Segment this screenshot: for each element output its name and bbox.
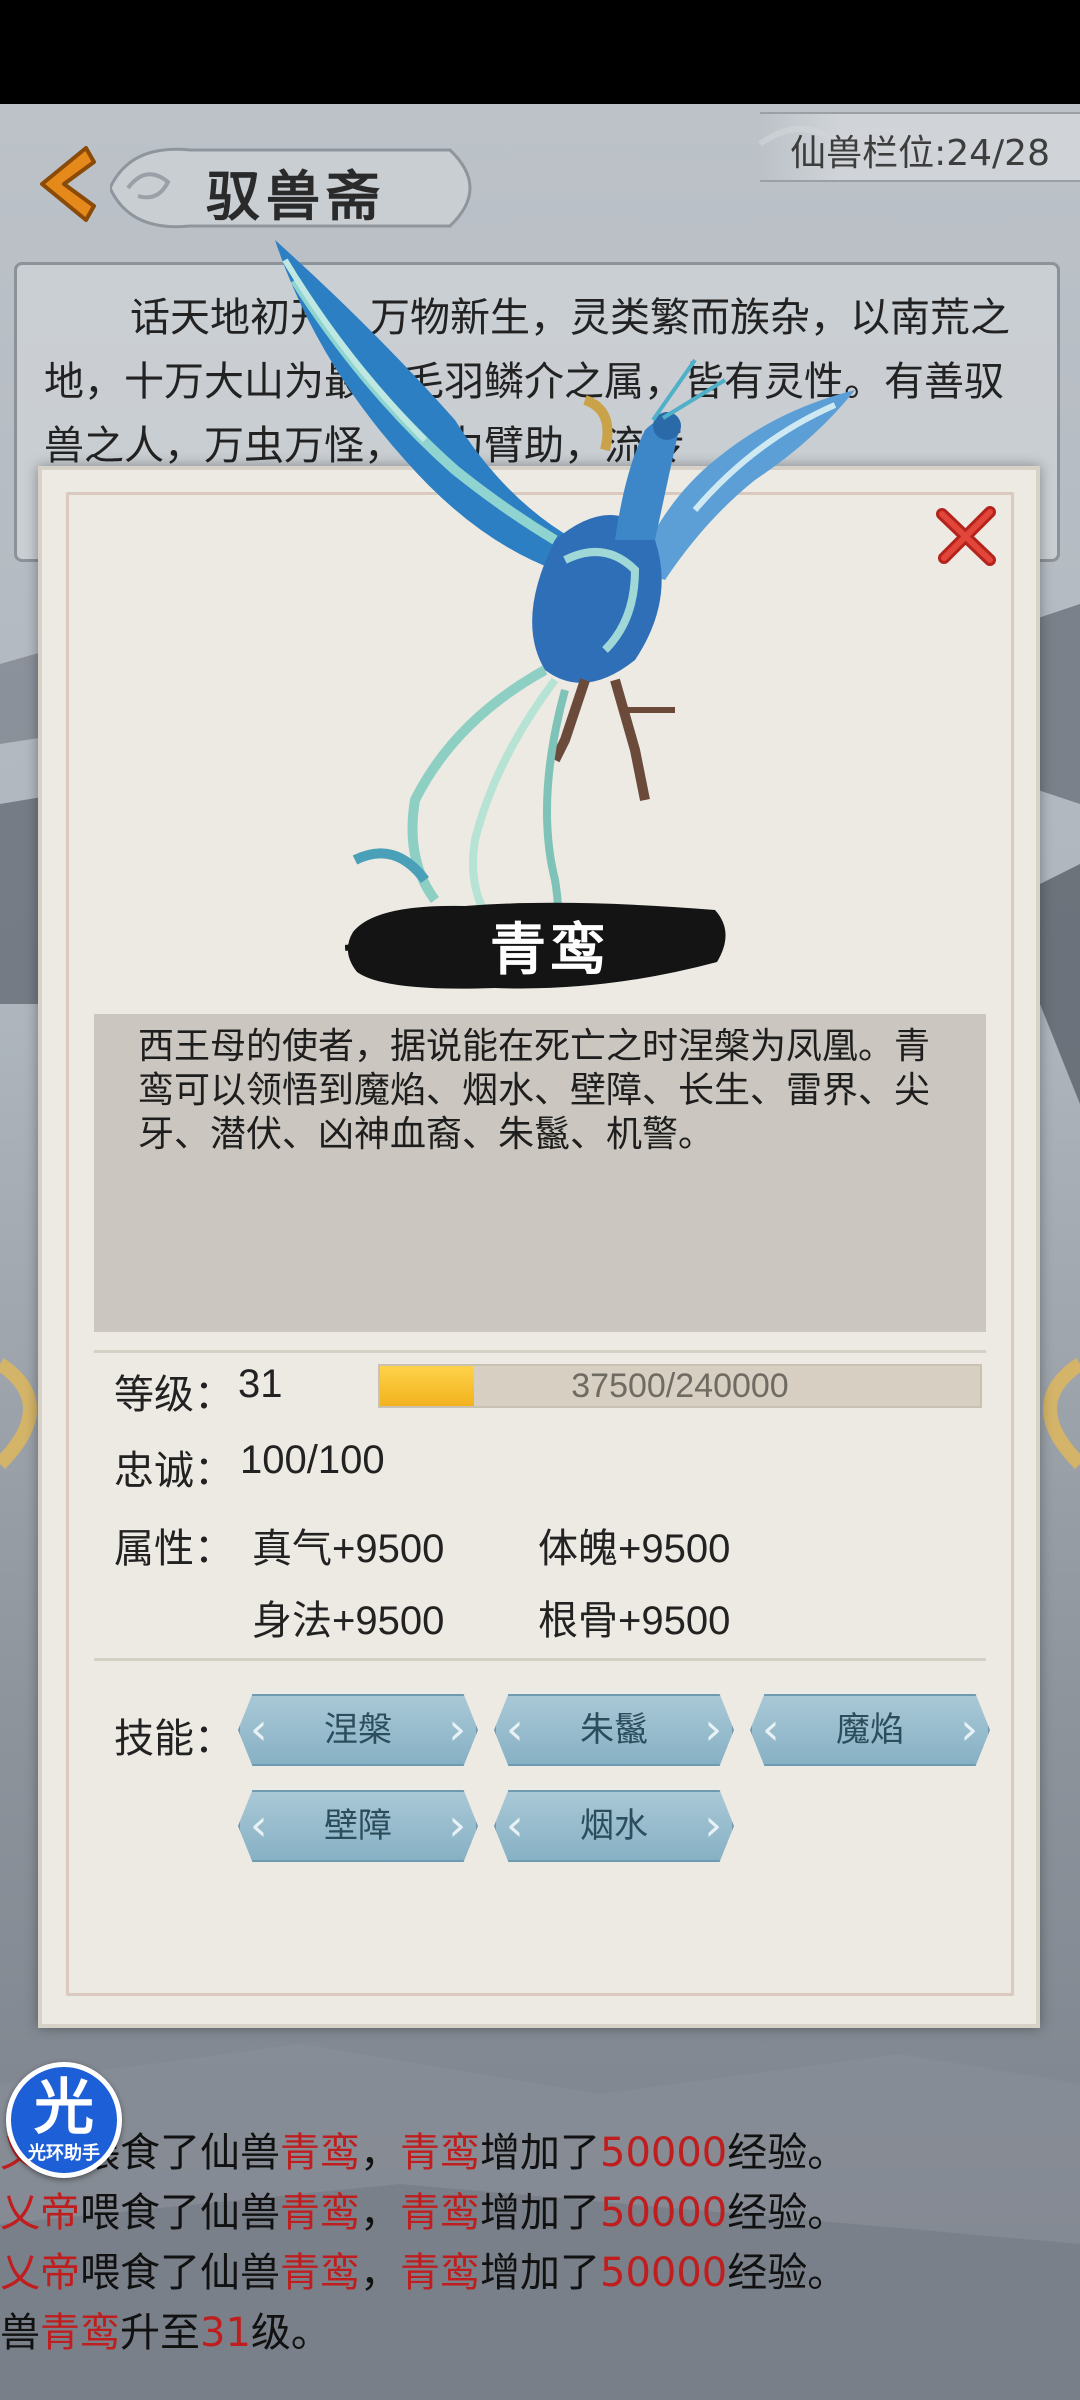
log-line: 炎乂帝喂食了仙兽青鸾，青鸾增加了50000经验。	[0, 2120, 847, 2178]
attribute-gengu: 根骨+9500	[538, 1599, 731, 1643]
skill-button-moyan[interactable]: ‹ 魔焰 ›	[750, 1694, 990, 1766]
log-levelup-mid: 升至	[120, 2310, 200, 2356]
log-exp-word: 经验。	[727, 2190, 848, 2236]
log-line: 炎乂帝喂食了仙兽青鸾，青鸾增加了50000经验。	[0, 2240, 847, 2298]
log-comma: ，	[360, 2190, 400, 2236]
skill-label: 壁障	[324, 1806, 392, 1846]
log-player: 炎乂帝	[0, 2250, 80, 2296]
chevron-left-icon: ‹	[506, 1704, 524, 1755]
log-pet-name: 青鸾	[400, 2130, 480, 2176]
log-fed-text: 喂食了仙兽	[80, 2250, 280, 2296]
status-bar	[0, 0, 1080, 104]
log-exp-word: 经验。	[727, 2130, 848, 2176]
attribute-shenfa: 身法+9500	[252, 1599, 445, 1643]
page-title: 驭兽斋	[206, 164, 386, 228]
log-amount: 50000	[600, 2250, 728, 2296]
log-pet-name: 青鸾	[280, 2190, 360, 2236]
skill-label: 朱鬣	[580, 1710, 648, 1750]
pet-slot-count: 仙兽栏位:24/28	[790, 133, 1050, 174]
log-pet-name: 青鸾	[400, 2250, 480, 2296]
log-player: 炎乂帝	[0, 2190, 80, 2236]
chevron-left-icon: ‹	[250, 1800, 268, 1851]
chevron-left-icon: ‹	[762, 1704, 780, 1755]
chevron-right-icon: ›	[960, 1704, 978, 1755]
divider	[94, 1658, 986, 1661]
skill-label: 魔焰	[836, 1710, 904, 1750]
log-levelup-prefix: 仙兽	[0, 2310, 40, 2356]
close-icon[interactable]	[930, 500, 1002, 572]
pet-name: 青鸾	[490, 917, 610, 983]
log-gained-text: 增加了	[480, 2250, 600, 2296]
skill-label: 涅槃	[324, 1710, 392, 1750]
log-gained-text: 增加了	[480, 2130, 600, 2176]
divider	[94, 1350, 986, 1353]
chevron-right-icon: ›	[448, 1704, 466, 1755]
log-amount: 50000	[600, 2190, 728, 2236]
chevron-right-icon: ›	[704, 1800, 722, 1851]
level-value: 31	[238, 1362, 283, 1406]
pet-description: 西王母的使者，据说能在死亡之时涅槃为凤凰。青鸾可以领悟到魔焰、烟水、壁障、长生、…	[138, 1026, 931, 1155]
loyalty-value: 100/100	[240, 1438, 385, 1482]
chevron-right-icon: ›	[704, 1704, 722, 1755]
helper-label: 光环助手	[28, 2143, 100, 2164]
log-comma: ，	[360, 2130, 400, 2176]
skill-button-zhulie[interactable]: ‹ 朱鬣 ›	[494, 1694, 734, 1766]
log-line-levelup: 仙兽青鸾升至31级。	[0, 2300, 331, 2358]
loyalty-label: 忠诚：	[114, 1448, 234, 1494]
log-pet-name: 青鸾	[400, 2190, 480, 2236]
skill-button-bizhang[interactable]: ‹ 壁障 ›	[238, 1790, 478, 1862]
helper-icon: 光	[34, 2073, 94, 2143]
exp-text: 37500/240000	[571, 1367, 789, 1405]
log-exp-word: 经验。	[727, 2250, 848, 2296]
log-comma: ，	[360, 2250, 400, 2296]
attribute-zhenqi: 真气+9500	[252, 1527, 445, 1571]
skills-label: 技能：	[114, 1716, 234, 1762]
log-amount: 50000	[600, 2130, 728, 2176]
qingluan-creature-image	[275, 240, 855, 982]
back-arrow-icon[interactable]	[28, 142, 108, 226]
attribute-tipo: 体魄+9500	[538, 1527, 731, 1571]
chevron-right-icon: ›	[448, 1800, 466, 1851]
log-fed-text: 喂食了仙兽	[80, 2190, 280, 2236]
log-levelup-suffix: 级。	[250, 2310, 331, 2356]
log-pet-name: 青鸾	[40, 2310, 120, 2356]
skill-label: 烟水	[580, 1806, 648, 1846]
exp-bar: 37500/240000	[378, 1364, 982, 1408]
log-pet-name: 青鸾	[280, 2130, 360, 2176]
attribute-label: 属性：	[114, 1526, 234, 1572]
level-label: 等级：	[114, 1372, 234, 1418]
log-levelup-level: 31	[200, 2310, 251, 2356]
log-gained-text: 增加了	[480, 2190, 600, 2236]
chevron-left-icon: ‹	[250, 1704, 268, 1755]
chevron-left-icon: ‹	[506, 1800, 524, 1851]
log-pet-name: 青鸾	[280, 2250, 360, 2296]
log-line: 炎乂帝喂食了仙兽青鸾，青鸾增加了50000经验。	[0, 2180, 847, 2238]
helper-floating-button[interactable]: 光 光环助手	[6, 2062, 122, 2178]
skill-button-niepan[interactable]: ‹ 涅槃 ›	[238, 1694, 478, 1766]
skill-button-yanshui[interactable]: ‹ 烟水 ›	[494, 1790, 734, 1862]
